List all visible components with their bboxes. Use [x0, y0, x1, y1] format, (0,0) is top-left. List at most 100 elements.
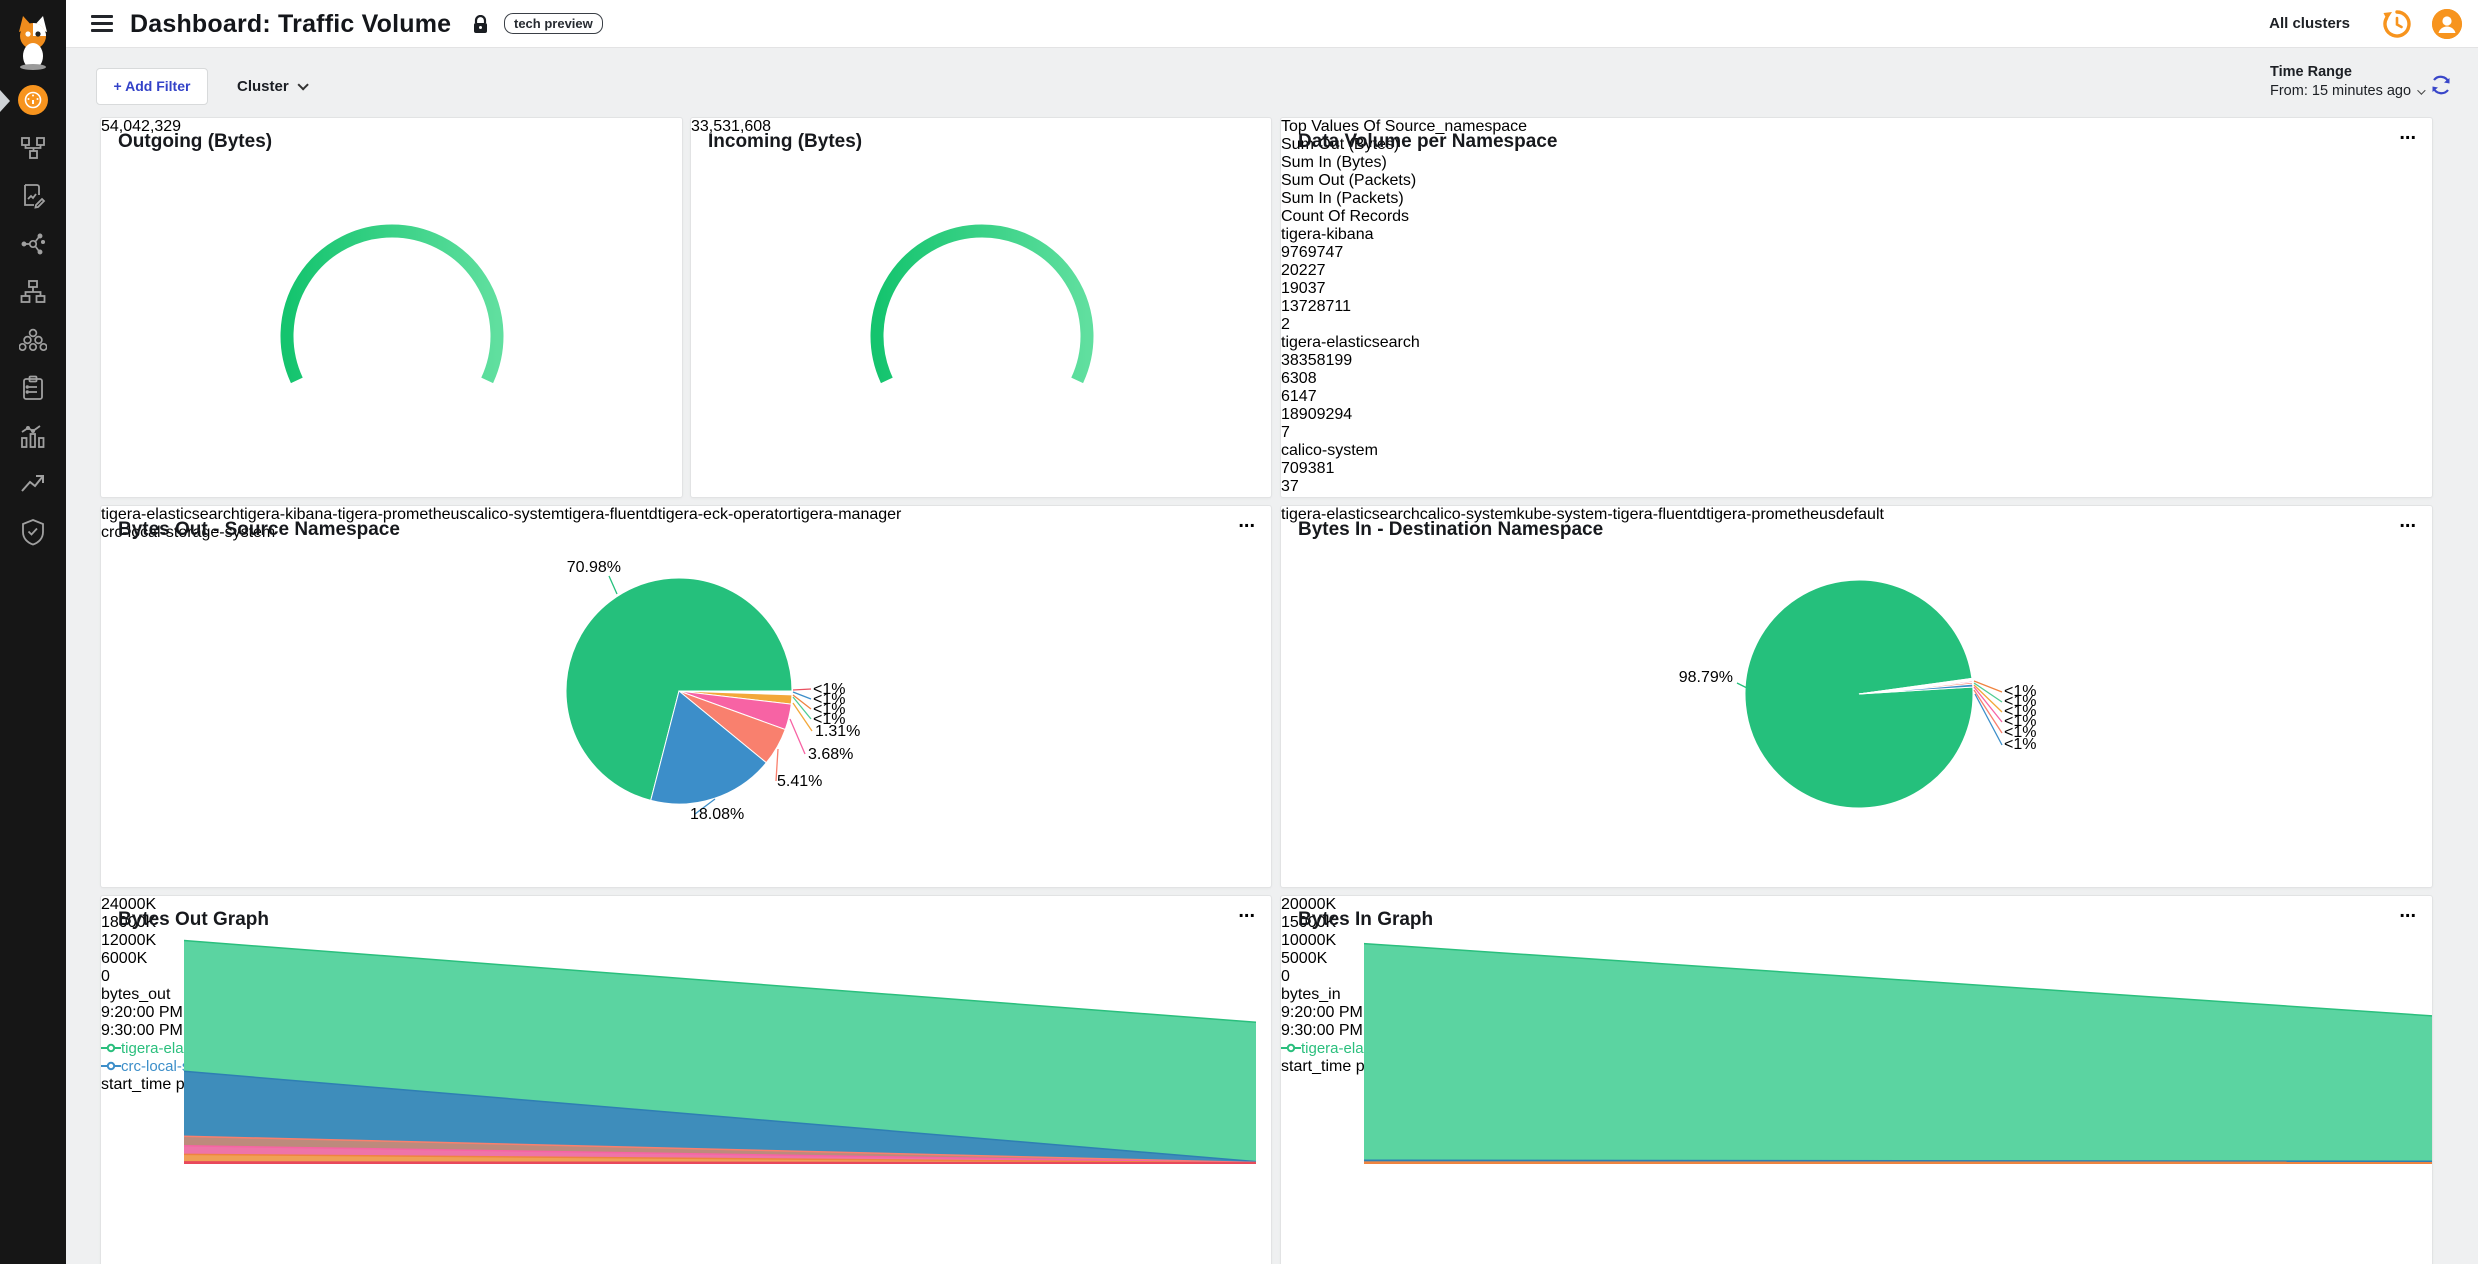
table-cell: 37 [1281, 478, 2432, 496]
legend-line-marker-icon [101, 1061, 121, 1071]
panel-title: Bytes Out - Source Namespace [118, 519, 400, 541]
table-cell: 6308 [1281, 370, 2432, 388]
more-menu-button[interactable]: ... [1238, 900, 1255, 923]
legend-line-marker-icon [1281, 1043, 1301, 1053]
panel-title: Outgoing (Bytes) [118, 131, 272, 153]
sidebar-item-service-graph[interactable] [0, 229, 66, 259]
table-cell: tigera-kibana [1281, 226, 2432, 244]
table-column-header: Sum In (Packets) [1281, 190, 2432, 208]
graph-nodes-icon [20, 231, 46, 257]
more-menu-button[interactable]: ... [2399, 122, 2416, 145]
table-cell: 19037 [1281, 280, 2432, 298]
table-cell: tigera-elasticsearch [1281, 334, 2432, 352]
bytes-out-area-chart [184, 936, 1256, 1164]
sidebar-item-activity[interactable] [0, 421, 66, 451]
panel-bytes-out-graph: Bytes Out Graph ... 24000K18000K12000K60… [100, 895, 1272, 1264]
outgoing-gauge-chart [252, 218, 532, 398]
all-clusters-label[interactable]: All clusters [2269, 0, 2350, 48]
hamburger-menu-icon[interactable] [91, 15, 113, 33]
more-menu-button[interactable]: ... [2399, 900, 2416, 923]
cluster-dropdown[interactable]: Cluster [237, 78, 305, 95]
time-range-dropdown[interactable]: Time Range From: 15 minutes ago [2270, 64, 2423, 99]
bytes-in-pie-chart: 98.79%<1%<1%<1%<1%<1%<1% [1281, 506, 2433, 846]
sidebar-item-threat-defense[interactable] [0, 517, 66, 547]
panel-outgoing-bytes: Outgoing (Bytes) 54,042,329 [100, 117, 683, 498]
refresh-button[interactable] [2430, 74, 2452, 101]
table-cell: 2 [1281, 316, 2432, 334]
topology-icon [20, 135, 46, 161]
panel-title: Bytes Out Graph [118, 909, 269, 931]
table-row: tigera-kibana97697472022719037137287112 [1281, 226, 2432, 334]
table-column-header: Sum Out (Packets) [1281, 172, 2432, 190]
table-cell: 18909294 [1281, 406, 2432, 424]
sidebar-item-compliance[interactable] [0, 373, 66, 403]
tech-preview-badge: tech preview [504, 13, 603, 34]
sidebar-item-trends[interactable] [0, 469, 66, 499]
svg-text:18.08%: 18.08% [690, 806, 744, 823]
svg-text:98.79%: 98.79% [1679, 669, 1733, 686]
panel-bytes-in-graph: Bytes In Graph ... 20000K15000K10000K500… [1280, 895, 2433, 1264]
cluster-dropdown-label: Cluster [237, 78, 289, 95]
cluster-circles-icon [19, 327, 47, 353]
trend-up-icon [20, 471, 46, 497]
y-axis-tick: 20000K [1281, 896, 2432, 914]
y-axis-tick: 15000K [1281, 914, 2432, 932]
document-edit-icon [20, 183, 46, 209]
incoming-gauge-chart [842, 218, 1122, 398]
bar-chart-icon [19, 423, 47, 449]
page-title: Dashboard: Traffic Volume [130, 0, 451, 48]
sidebar-item-nodes[interactable] [0, 277, 66, 307]
active-item-notch [0, 90, 10, 112]
app-window: Dashboard: Traffic Volume tech preview A… [0, 0, 2478, 1264]
table-body: tigera-kibana97697472022719037137287112t… [1281, 226, 2432, 498]
add-filter-button[interactable]: + Add Filter [96, 68, 208, 105]
cat-logo-icon [9, 14, 57, 70]
svg-text:3.68%: 3.68% [808, 746, 853, 763]
bytes-in-area-chart [1364, 936, 2433, 1164]
table-cell: 6147 [1281, 388, 2432, 406]
table-cell: 20227 [1281, 262, 2432, 280]
table-cell: 3748 [1281, 496, 2432, 498]
svg-text:1.31%: 1.31% [815, 723, 860, 740]
sidebar-item-topology[interactable] [0, 133, 66, 163]
y-axis-tick: 24000K [101, 896, 1271, 914]
topbar: Dashboard: Traffic Volume tech preview A… [66, 0, 2478, 48]
panel-title: Incoming (Bytes) [708, 131, 862, 153]
panel-incoming-bytes: Incoming (Bytes) 33,531,608 [690, 117, 1272, 498]
sitemap-icon [20, 279, 46, 305]
svg-text:<1%: <1% [2004, 736, 2036, 753]
user-avatar-button[interactable] [2432, 9, 2462, 39]
time-range-label: Time Range [2270, 64, 2423, 80]
dashboard-gauge-icon [18, 85, 48, 115]
calico-cat-logo[interactable] [0, 12, 66, 72]
table-cell: 709381 [1281, 460, 2432, 478]
table-row: tigera-elasticsearch38358199630861471890… [1281, 334, 2432, 442]
table-column-header: Sum In (Bytes) [1281, 154, 2432, 172]
legend-line-marker-icon [101, 1043, 121, 1053]
panel-title: Data Volume per Namespace [1298, 131, 1557, 153]
sidebar-item-policies[interactable] [0, 181, 66, 211]
chevron-down-icon [2417, 86, 2425, 94]
table-row: calico-system709381373748123776 [1281, 442, 2432, 498]
table-cell: 13728711 [1281, 298, 2432, 316]
panel-data-volume-table: Data Volume per Namespace ... Top Values… [1280, 117, 2433, 498]
svg-text:70.98%: 70.98% [567, 559, 621, 576]
panel-title: Bytes In - Destination Namespace [1298, 519, 1603, 541]
svg-text:5.41%: 5.41% [777, 773, 822, 790]
clipboard-icon [20, 375, 46, 401]
sidebar [0, 0, 66, 1264]
panel-title: Bytes In Graph [1298, 909, 1433, 931]
table-cell: 9769747 [1281, 244, 2432, 262]
history-button[interactable] [2382, 9, 2412, 39]
table-cell: calico-system [1281, 442, 2432, 460]
time-range-value: From: 15 minutes ago [2270, 83, 2411, 99]
lock-icon [472, 15, 489, 39]
panel-bytes-out-pie: Bytes Out - Source Namespace ... 70.98%<… [100, 505, 1272, 888]
bytes-out-pie-chart: 70.98%<1%<1%<1%<1%1.31%3.68%5.41%18.08% [101, 506, 1272, 828]
panel-bytes-in-pie: Bytes In - Destination Namespace ... 98.… [1280, 505, 2433, 888]
sidebar-item-endpoints[interactable] [0, 325, 66, 355]
table-cell: 38358199 [1281, 352, 2432, 370]
chevron-down-icon [297, 79, 308, 90]
shield-check-icon [20, 518, 46, 546]
y-axis-tick: 18000K [101, 914, 1271, 932]
